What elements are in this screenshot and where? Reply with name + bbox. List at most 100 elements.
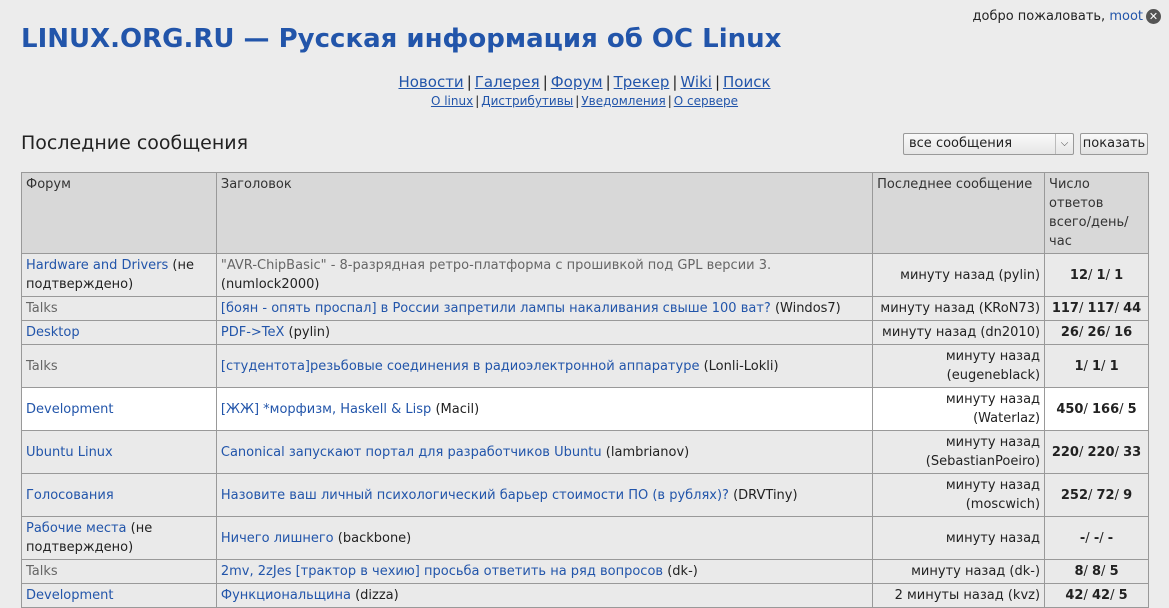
forum-link[interactable]: Development — [26, 402, 114, 417]
nav-separator: | — [667, 94, 672, 108]
topic-link[interactable]: 2mv, 2zJes [трактор в чехию] просьба отв… — [221, 564, 663, 579]
last-message-cell[interactable]: минуту назад (moscwich) — [872, 473, 1046, 517]
topic-link[interactable]: Canonical запускают портал для разработч… — [221, 445, 602, 460]
topic-link[interactable]: Назовите ваш личный психологический барь… — [221, 488, 729, 503]
last-message-cell[interactable]: минуту назад (dn2010) — [872, 320, 1046, 345]
topic-cell: Функциональщина (dizza) — [215, 583, 874, 608]
message-filter-select[interactable]: все сообщения ⌵ — [903, 133, 1074, 155]
count-day: 1 — [1092, 358, 1102, 374]
count-total: 252 — [1060, 487, 1088, 503]
topic-cell: [ЖЖ] *морфизм, Haskell & Lisp (Macil) — [215, 387, 874, 431]
topic-link[interactable]: "AVR-ChipBasic" - 8-разрядная ретро-плат… — [221, 258, 771, 273]
last-message-cell[interactable]: минуту назад (SebastianPoeiro) — [872, 430, 1046, 474]
nav-tracker[interactable]: Трекер — [614, 73, 670, 91]
count-total: 12 — [1069, 267, 1088, 283]
last-message-cell[interactable]: 2 минуты назад (kvz) — [872, 583, 1046, 608]
reply-count-cell: 42/ 42/ 5 — [1044, 583, 1149, 608]
topic-author: (dk-) — [663, 564, 698, 579]
count-hour: - — [1107, 530, 1114, 546]
last-message-cell[interactable]: минуту назад (dk-) — [872, 559, 1046, 584]
nav-separator: | — [466, 73, 472, 91]
nav-notifications[interactable]: Уведомления — [581, 94, 665, 108]
forum-link[interactable]: Development — [26, 588, 114, 603]
count-day: 42 — [1092, 588, 1111, 603]
table-row: Talks [боян - опять проспал] в России зап… — [21, 296, 1149, 321]
table-row: Talks 2mv, 2zJes [трактор в чехию] просьб… — [21, 559, 1149, 584]
topic-link[interactable]: Функциональщина — [221, 588, 351, 603]
close-icon[interactable]: ✕ — [1146, 9, 1161, 24]
last-message-cell[interactable]: минуту назад — [872, 516, 1046, 560]
reply-count-cell: 220/ 220/ 33 — [1044, 430, 1149, 474]
main-nav: Новости | Галерея | Форум | Трекер | Wiki | Поиск — [0, 73, 1169, 91]
table-row: Голосования Назовите ваш личный психологи… — [21, 473, 1149, 517]
reply-count-cell: 450/ 166/ 5 — [1044, 387, 1149, 431]
welcome-text: добро пожаловать, — [972, 9, 1106, 24]
nav-search[interactable]: Поиск — [723, 73, 771, 91]
count-hour: 5 — [1118, 588, 1128, 603]
count-hour: 1 — [1114, 267, 1124, 283]
reply-count-cell: 252/ 72/ 9 — [1044, 473, 1149, 517]
nav-about-server[interactable]: О сервере — [674, 94, 738, 108]
count-hour: 44 — [1123, 301, 1142, 316]
forum-cell: Desktop — [21, 320, 217, 345]
reply-count-cell: 117/ 117/ 44 — [1044, 296, 1149, 321]
count-hour: 33 — [1123, 444, 1142, 460]
show-button[interactable]: показать — [1080, 133, 1148, 155]
topic-link[interactable]: [боян - опять проспал] в России запретил… — [221, 301, 771, 316]
last-message-cell[interactable]: минуту назад (KRoN73) — [872, 296, 1046, 321]
topic-link[interactable]: PDF->TeX — [221, 325, 285, 340]
messages-table: Форум Заголовок Последнее сообщение Числ… — [21, 172, 1149, 608]
last-message-cell[interactable]: минуту назад (eugeneblack) — [872, 344, 1046, 388]
count-day: 117 — [1087, 301, 1115, 316]
table-row: Development Функциональщина (dizza) 2 мину… — [21, 583, 1149, 608]
nav-distributions[interactable]: Дистрибутивы — [481, 94, 573, 108]
count-day: 166 — [1092, 401, 1120, 417]
forum-link[interactable]: Desktop — [26, 325, 80, 340]
topic-author: (backbone) — [333, 530, 412, 546]
topic-cell: Ничего лишнего (backbone) — [215, 516, 874, 560]
nav-about-linux[interactable]: О linux — [431, 94, 473, 108]
topic-cell: Canonical запускают портал для разработч… — [215, 430, 874, 474]
count-hour: 5 — [1127, 401, 1137, 417]
nav-separator: | — [672, 73, 678, 91]
last-message-cell[interactable]: минуту назад (Waterlaz) — [872, 387, 1046, 431]
last-message-cell[interactable]: минуту назад (pylin) — [872, 253, 1046, 297]
forum-cell: Talks — [21, 296, 217, 321]
table-row: Рабочие места (не подтверждено) Ничего ли… — [21, 516, 1149, 560]
nav-forum[interactable]: Форум — [551, 73, 603, 91]
topic-author: (Windos7) — [770, 301, 841, 316]
forum-link[interactable]: Голосования — [26, 488, 114, 503]
site-title[interactable]: LINUX.ORG.RU — Русская информация об ОС … — [21, 24, 781, 54]
topic-author: (numlock2000) — [220, 277, 320, 292]
topic-cell: "AVR-ChipBasic" - 8-разрядная ретро-плат… — [215, 253, 874, 297]
reply-count-cell: 12/ 1/ 1 — [1044, 253, 1149, 297]
count-day: 220 — [1087, 444, 1115, 460]
forum-cell: Рабочие места (не подтверждено) — [21, 516, 217, 560]
topic-link[interactable]: [ЖЖ] *морфизм, Haskell & Lisp — [221, 402, 431, 417]
forum-name: Talks — [26, 564, 58, 579]
nav-separator: | — [714, 73, 721, 91]
topic-cell: [студентота]резьбовые соединения в радио… — [215, 344, 874, 388]
header-last-message: Последнее сообщение — [872, 172, 1046, 254]
reply-count-cell: 8/ 8/ 5 — [1044, 559, 1149, 584]
nav-wiki[interactable]: Wiki — [680, 73, 712, 91]
username-link[interactable]: moot — [1109, 9, 1143, 24]
nav-news[interactable]: Новости — [398, 73, 463, 91]
topic-author: (Lonli-Lokli) — [699, 358, 779, 374]
topic-link[interactable]: [студентота]резьбовые соединения в радио… — [221, 359, 700, 374]
forum-name: Talks — [26, 358, 58, 374]
topic-author: (lambrianov) — [601, 444, 690, 460]
welcome-bar: добро пожаловать, moot — [973, 9, 1144, 24]
topic-author: (dizza) — [350, 588, 399, 603]
count-hour: 5 — [1109, 564, 1119, 579]
nav-gallery[interactable]: Галерея — [475, 73, 540, 91]
table-row: Desktop PDF->TeX (pylin) минуту назад (dn2… — [21, 320, 1149, 345]
count-hour: 1 — [1109, 358, 1119, 374]
count-total: 8 — [1074, 564, 1084, 579]
section-title: Последние сообщения — [21, 132, 249, 154]
topic-link[interactable]: Ничего лишнего — [221, 531, 334, 546]
count-total: 26 — [1060, 325, 1079, 340]
topic-author: (pylin) — [284, 325, 331, 340]
forum-link[interactable]: Ubuntu Linux — [26, 445, 113, 460]
forum-link[interactable]: Hardware and Drivers — [26, 258, 168, 273]
